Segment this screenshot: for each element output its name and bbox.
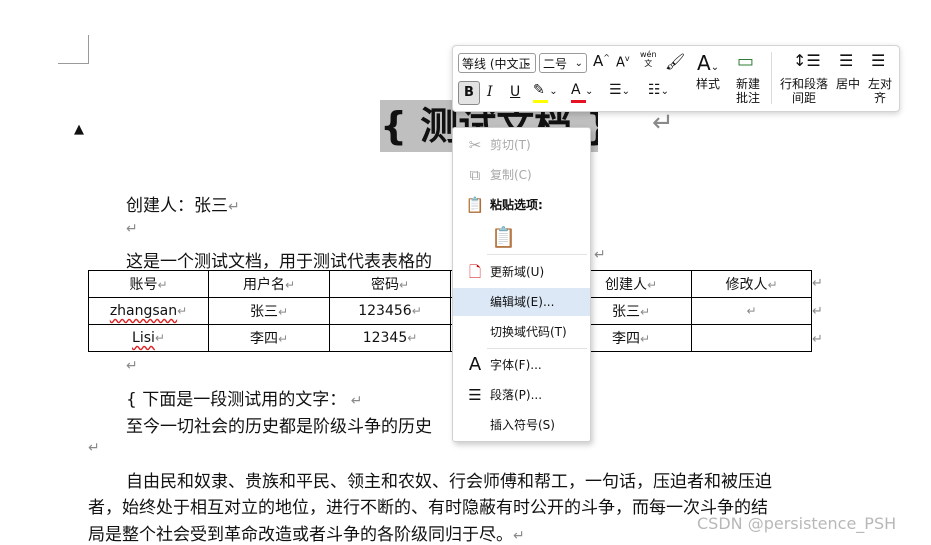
creator-text: 创建人：张三 [126, 196, 228, 216]
context-menu: ✂ 剪切(T) ⧉ 复制(C) 📋 粘贴选项: 📋 🗋 更新域(U) 编辑域(E… [452, 127, 591, 442]
menu-item-font[interactable]: A 字体(F)... [453, 351, 590, 379]
bold-button[interactable]: B [458, 81, 480, 105]
table-cell[interactable]: 张三↵ [208, 297, 330, 325]
highlighter-icon: ✎ [533, 82, 545, 98]
intro-return: ↵ [594, 247, 606, 263]
new-comment-icon[interactable]: ▭ [737, 51, 754, 72]
section-heading[interactable]: { 下面是一段测试用的文字： ↵ [126, 385, 362, 410]
table-cell[interactable]: 12345↵ [329, 324, 451, 352]
empty-line-return: ↵ [88, 440, 100, 456]
align-left-icon[interactable]: ☰ [871, 51, 885, 70]
numbering-button[interactable]: ☷⌄ [648, 82, 669, 98]
paragraph-line[interactable]: 自由民和奴隶、贵族和平民、领主和农奴、行会师傅和帮工，一句话，压迫者和被压迫 [126, 467, 772, 492]
format-painter-icon[interactable]: 🖌 [665, 52, 685, 71]
align-center-button[interactable]: 居中 [834, 77, 862, 91]
update-field-icon: 🗋 [468, 263, 482, 281]
menu-item-insert-symbol[interactable]: 插入符号(S) [453, 411, 590, 439]
paste-icon: 📋 [465, 196, 485, 214]
history-line[interactable]: 至今一切社会的历史都是阶级斗争的历史 [126, 412, 432, 437]
table-row: Lisi↵ 李四↵ 12345↵ 李四↵ [88, 324, 812, 352]
menu-separator [487, 254, 587, 255]
table-header-cell[interactable]: 修改人↵ [691, 270, 812, 298]
crop-mark-horizontal [58, 63, 89, 64]
table-header-cell[interactable]: 密码↵ [329, 270, 451, 298]
paste-keep-text-icon[interactable]: 📋 [491, 225, 516, 249]
toolbar-separator [771, 52, 772, 104]
empty-line-return: ↵ [126, 221, 138, 237]
mini-toolbar: 等线 (中文正 ⌄ 二号 ⌄ A^ Av wén 文 🖌 B I U ✎ ⌄ A ⌄ … [452, 45, 900, 112]
menu-paste-options-header: 📋 粘贴选项: [453, 191, 590, 219]
intro-text: 这是一个测试文档，用于测试代表表格的 [126, 252, 432, 272]
row-end-mark: ↵ [812, 276, 823, 291]
align-left-button[interactable]: 左对齐 [866, 77, 894, 105]
menu-separator [487, 348, 587, 349]
font-color-icon: A [571, 82, 581, 98]
menu-item-edit-field[interactable]: 编辑域(E)... [453, 288, 590, 316]
paragraph-line[interactable]: 局是整个社会受到革命改造或者斗争的各阶级同归于尽。↵ [88, 520, 525, 545]
align-center-icon[interactable]: ☰ [839, 51, 853, 70]
menu-item-toggle-field-codes[interactable]: 切换域代码(T) [453, 318, 590, 346]
row-end-mark: ↵ [812, 332, 823, 347]
watermark: CSDN @persistence_PSH [697, 514, 897, 533]
table-row: zhangsan↵ 张三↵ 123456↵ 张三↵ ↵ [88, 297, 812, 325]
data-table[interactable]: 账号↵ 用户名↵ 密码↵ 创建人↵ 修改人↵ zhangsan↵ 张三↵ 123… [88, 270, 812, 352]
return-mark: ↵ [228, 199, 240, 215]
table-cell[interactable]: 123456↵ [329, 297, 451, 325]
scissors-icon: ✂ [468, 136, 482, 154]
font-name-select[interactable]: 等线 (中文正 ⌄ [458, 53, 536, 73]
shrink-font-button[interactable]: Av [616, 54, 630, 70]
chevron-down-icon: ⌄ [585, 86, 594, 97]
phonetic-guide-button[interactable]: wén 文 [640, 50, 657, 68]
grow-font-button[interactable]: A^ [593, 52, 610, 70]
bullet-list-icon: ☰ [609, 82, 622, 98]
creator-line[interactable]: 创建人：张三↵ [126, 191, 240, 216]
intro-line[interactable]: 这是一个测试文档，用于测试代表表格的 [126, 247, 432, 272]
highlight-button[interactable]: ✎ ⌄ [533, 82, 558, 103]
numbered-list-icon: ☷ [648, 82, 661, 98]
table-cell[interactable] [691, 324, 812, 352]
chevron-down-icon: ⌄ [523, 58, 532, 69]
table-header-cell[interactable]: 用户名↵ [208, 270, 330, 298]
return-mark: ↵ [652, 108, 674, 138]
menu-item-cut[interactable]: ✂ 剪切(T) [453, 131, 590, 159]
chevron-down-icon: ⌄ [660, 86, 669, 97]
paragraph-line[interactable]: 者，始终处于相互对立的地位，进行不断的、有时隐蔽有时公开的斗争，而每一次斗争的结 [88, 493, 768, 518]
chevron-down-icon: ⌄ [549, 86, 558, 97]
table-cell[interactable]: zhangsan↵ [88, 297, 209, 325]
bullets-button[interactable]: ☰⌄ [609, 82, 630, 98]
row-end-mark: ↵ [812, 304, 823, 319]
crop-mark-vertical [88, 35, 89, 64]
underline-button[interactable]: U [510, 84, 520, 100]
table-header-cell[interactable]: 账号↵ [88, 270, 209, 298]
styles-icon[interactable]: A⌄ [697, 51, 719, 75]
menu-item-paragraph[interactable]: ☰ 段落(P)... [453, 381, 590, 409]
styles-button[interactable]: 样式 [693, 77, 723, 91]
font-color-bar [571, 100, 586, 103]
paragraph-icon: ☰ [468, 386, 482, 404]
table-cell[interactable]: Lisi↵ [88, 324, 209, 352]
copy-icon: ⧉ [469, 166, 481, 184]
anchor-mark: ▲ [74, 122, 84, 137]
chevron-down-icon: ⌄ [574, 58, 583, 69]
line-spacing-button[interactable]: 行和段落 间距 [775, 77, 833, 105]
new-comment-button[interactable]: 新建 批注 [733, 77, 763, 105]
line-spacing-icon[interactable]: ↕☰ [793, 51, 821, 70]
menu-item-update-field[interactable]: 🗋 更新域(U) [453, 258, 590, 286]
font-size-select[interactable]: 二号 ⌄ [539, 53, 587, 73]
menu-item-copy[interactable]: ⧉ 复制(C) [453, 161, 590, 189]
highlight-color-bar [533, 100, 548, 103]
empty-line-return: ↵ [126, 358, 138, 374]
chevron-down-icon: ⌄ [621, 86, 630, 97]
font-color-button[interactable]: A ⌄ [571, 82, 594, 103]
table-header-row: 账号↵ 用户名↵ 密码↵ 创建人↵ 修改人↵ [88, 270, 812, 298]
italic-button[interactable]: I [487, 84, 493, 100]
font-icon: A [468, 354, 482, 375]
table-cell[interactable]: ↵ [691, 297, 812, 325]
table-cell[interactable]: 李四↵ [208, 324, 330, 352]
